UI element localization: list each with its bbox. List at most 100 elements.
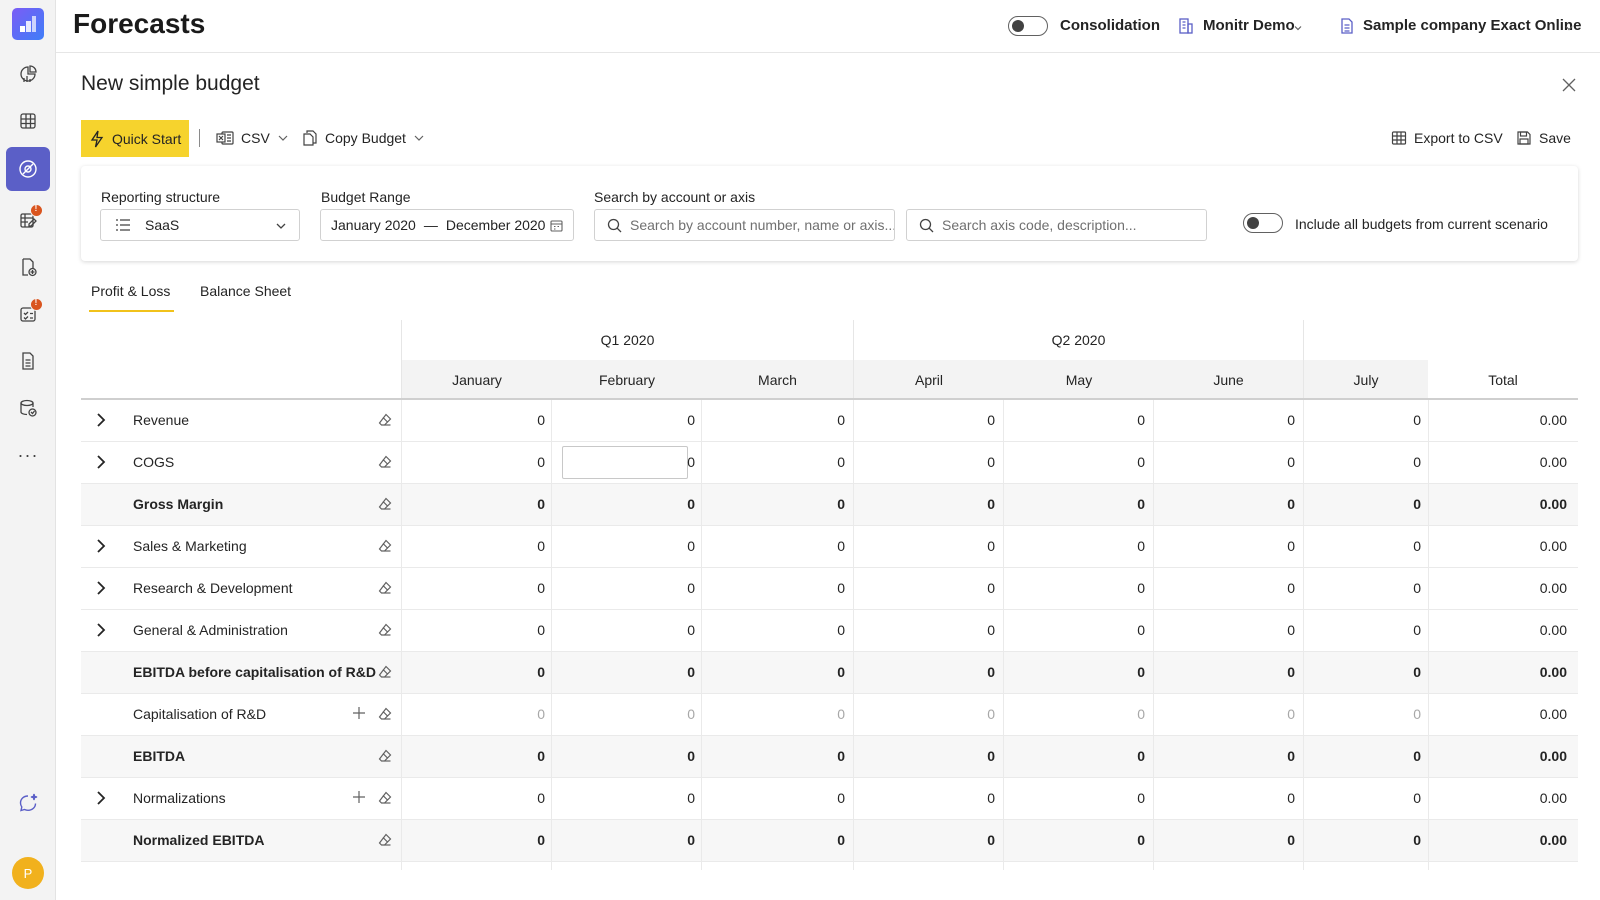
eraser-icon[interactable]	[378, 791, 392, 810]
value-cell[interactable]: 0	[875, 832, 995, 848]
value-cell[interactable]: 0	[1301, 580, 1421, 596]
eraser-icon[interactable]	[378, 581, 392, 600]
value-cell[interactable]: 0	[725, 748, 845, 764]
value-cell[interactable]: 0	[725, 622, 845, 638]
save-button[interactable]: Save	[1516, 127, 1571, 149]
value-cell[interactable]: 0	[425, 496, 545, 512]
include-all-budgets-toggle[interactable]	[1243, 213, 1283, 233]
value-cell[interactable]: 0	[575, 496, 695, 512]
csv-button[interactable]: CSV	[216, 127, 289, 149]
value-cell[interactable]: 0	[875, 538, 995, 554]
value-cell[interactable]: 0	[875, 664, 995, 680]
value-cell[interactable]: 0	[575, 538, 695, 554]
chevron-right-icon[interactable]	[95, 538, 107, 559]
chat-sparkle-icon[interactable]	[6, 781, 50, 825]
value-cell[interactable]: 0	[575, 706, 695, 722]
value-cell[interactable]: 0	[575, 622, 695, 638]
spreadsheet-edit-icon[interactable]	[6, 198, 50, 242]
value-cell[interactable]: 0	[425, 580, 545, 596]
eraser-icon[interactable]	[378, 707, 392, 726]
value-cell[interactable]: 0	[725, 790, 845, 806]
value-cell[interactable]: 0	[875, 622, 995, 638]
value-cell[interactable]: 0	[1301, 622, 1421, 638]
value-cell[interactable]: 0	[725, 538, 845, 554]
add-row-icon[interactable]	[352, 706, 366, 725]
eraser-icon[interactable]	[378, 455, 392, 474]
value-cell[interactable]: 0	[1175, 706, 1295, 722]
value-cell[interactable]: 0	[1025, 580, 1145, 596]
checklist-icon[interactable]	[6, 292, 50, 336]
value-cell[interactable]: 0	[1301, 748, 1421, 764]
value-cell[interactable]: 0	[1025, 790, 1145, 806]
value-cell[interactable]: 0	[1025, 496, 1145, 512]
value-cell[interactable]: 0	[1025, 622, 1145, 638]
value-cell[interactable]: 0	[1175, 496, 1295, 512]
value-cell[interactable]: 0	[1025, 832, 1145, 848]
reporting-structure-select[interactable]: SaaS	[100, 209, 300, 241]
chevron-right-icon[interactable]	[95, 622, 107, 643]
copy-budget-button[interactable]: Copy Budget	[302, 127, 425, 149]
value-cell[interactable]: 0	[425, 622, 545, 638]
value-cell[interactable]: 0	[725, 580, 845, 596]
value-cell[interactable]: 0	[1301, 832, 1421, 848]
value-cell[interactable]: 0	[1025, 538, 1145, 554]
value-cell[interactable]: 0	[575, 412, 695, 428]
close-icon[interactable]	[1562, 78, 1576, 97]
value-cell[interactable]: 0	[1025, 664, 1145, 680]
value-cell[interactable]: 0	[575, 454, 695, 470]
eraser-icon[interactable]	[378, 749, 392, 768]
value-cell[interactable]: 0	[1301, 790, 1421, 806]
value-cell[interactable]: 0	[725, 454, 845, 470]
tab-profit-loss[interactable]: Profit & Loss	[91, 283, 170, 299]
app-logo[interactable]	[12, 8, 44, 40]
value-cell[interactable]: 0	[425, 664, 545, 680]
chevron-right-icon[interactable]	[95, 454, 107, 475]
eraser-icon[interactable]	[378, 623, 392, 642]
company-selector[interactable]: Sample company Exact Online	[1363, 17, 1581, 34]
value-cell[interactable]: 0	[875, 496, 995, 512]
value-cell[interactable]: 0	[1175, 580, 1295, 596]
value-cell[interactable]: 0	[1301, 454, 1421, 470]
value-cell[interactable]: 0	[1301, 664, 1421, 680]
value-cell[interactable]: 0	[425, 454, 545, 470]
value-cell[interactable]: 0	[1175, 748, 1295, 764]
value-cell[interactable]: 0	[1175, 622, 1295, 638]
consolidation-toggle[interactable]	[1008, 16, 1048, 36]
value-cell[interactable]: 0	[425, 832, 545, 848]
chevron-down-icon[interactable]	[1293, 20, 1303, 38]
eraser-icon[interactable]	[378, 413, 392, 432]
value-cell[interactable]: 0	[1175, 454, 1295, 470]
chevron-down-icon[interactable]	[1564, 20, 1574, 38]
value-cell[interactable]: 0	[725, 412, 845, 428]
dashboard-icon[interactable]	[6, 52, 50, 96]
export-csv-button[interactable]: Export to CSV	[1391, 127, 1503, 149]
value-cell[interactable]: 0	[875, 748, 995, 764]
value-cell[interactable]: 0	[575, 664, 695, 680]
table-grid-icon[interactable]	[6, 99, 50, 143]
value-cell[interactable]: 0	[575, 790, 695, 806]
report-icon[interactable]	[6, 339, 50, 383]
value-cell[interactable]: 0	[1175, 832, 1295, 848]
value-cell[interactable]: 0	[1175, 538, 1295, 554]
value-cell[interactable]: 0	[425, 706, 545, 722]
value-cell[interactable]: 0	[1301, 706, 1421, 722]
value-cell[interactable]: 0	[1175, 412, 1295, 428]
value-cell[interactable]: 0	[425, 412, 545, 428]
eraser-icon[interactable]	[378, 497, 392, 516]
search-axis-input[interactable]: Search axis code, description...	[906, 209, 1207, 241]
value-cell[interactable]: 0	[875, 454, 995, 470]
value-cell[interactable]: 0	[725, 832, 845, 848]
value-cell[interactable]: 0	[1175, 790, 1295, 806]
value-cell[interactable]: 0	[875, 790, 995, 806]
value-cell[interactable]: 0	[575, 580, 695, 596]
value-cell[interactable]: 0	[575, 832, 695, 848]
value-cell[interactable]: 0	[1025, 412, 1145, 428]
add-row-icon[interactable]	[352, 790, 366, 809]
value-cell[interactable]: 0	[875, 412, 995, 428]
value-cell[interactable]: 0	[1175, 664, 1295, 680]
value-cell[interactable]: 0	[875, 580, 995, 596]
forecast-icon[interactable]	[6, 147, 50, 191]
value-cell[interactable]: 0	[875, 706, 995, 722]
value-cell[interactable]: 0	[725, 664, 845, 680]
value-cell[interactable]: 0	[1025, 748, 1145, 764]
